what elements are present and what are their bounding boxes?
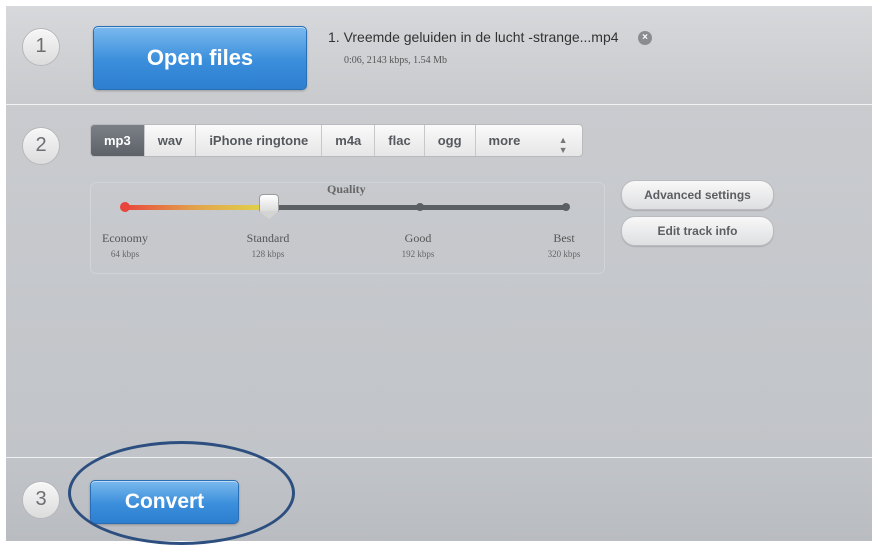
format-tabs: mp3 wav iPhone ringtone m4a flac ogg mor… (90, 124, 583, 157)
more-label: more (488, 133, 521, 148)
step-1-number: 1 (22, 28, 60, 66)
tab-wav[interactable]: wav (145, 125, 197, 156)
step-2-number: 2 (22, 127, 60, 165)
file-title: 1. Vreemde geluiden in de lucht -strange… (328, 29, 619, 45)
edit-track-info-button[interactable]: Edit track info (621, 216, 774, 246)
slider-stop-good[interactable] (416, 203, 424, 211)
open-files-button[interactable]: Open files (93, 26, 307, 90)
level-standard-kbps: 128 kbps (251, 249, 285, 259)
slider-stop-economy[interactable] (120, 202, 130, 212)
file-meta: 0:06, 2143 kbps, 1.54 Mb (344, 55, 448, 66)
advanced-settings-button[interactable]: Advanced settings (621, 180, 774, 210)
level-best-kbps: 320 kbps (547, 249, 581, 259)
slider-stop-best[interactable] (562, 203, 570, 211)
quality-title: Quality (327, 182, 366, 196)
tab-iphone-ringtone[interactable]: iPhone ringtone (196, 125, 323, 156)
remove-file-icon[interactable]: × (638, 31, 652, 45)
step-1-section: 1 Open files 1. Vreemde geluiden in de l… (6, 6, 872, 105)
convert-button[interactable]: Convert (90, 480, 239, 524)
level-good-label: Good (404, 231, 432, 245)
step-3-section: 3 Convert (6, 458, 872, 541)
level-standard-label: Standard (246, 231, 290, 245)
thumb-pointer (259, 211, 279, 219)
level-economy-label: Economy (102, 231, 148, 245)
level-economy-kbps: 64 kbps (110, 249, 140, 259)
quality-slider-thumb[interactable] (259, 194, 279, 220)
quality-slider-track[interactable] (122, 205, 568, 210)
step-3-number: 3 (22, 481, 60, 519)
step-2-section: 2 mp3 wav iPhone ringtone m4a flac ogg m… (6, 105, 872, 458)
tab-flac[interactable]: flac (375, 125, 425, 156)
converter-app: 1 Open files 1. Vreemde geluiden in de l… (6, 6, 872, 541)
tab-mp3[interactable]: mp3 (91, 125, 145, 156)
tab-ogg[interactable]: ogg (425, 125, 476, 156)
level-good-kbps: 192 kbps (401, 249, 435, 259)
quality-slider-fill (122, 205, 269, 210)
level-best-label: Best (553, 231, 575, 245)
more-formats-dropdown[interactable]: more ▲ ▼ (476, 125, 582, 156)
thumb-body (259, 194, 279, 212)
up-down-arrows-icon: ▲ ▼ (558, 135, 568, 155)
tab-m4a[interactable]: m4a (322, 125, 376, 156)
quality-panel: Quality Economy 64 kbps Standard 128 kbp… (90, 182, 605, 274)
